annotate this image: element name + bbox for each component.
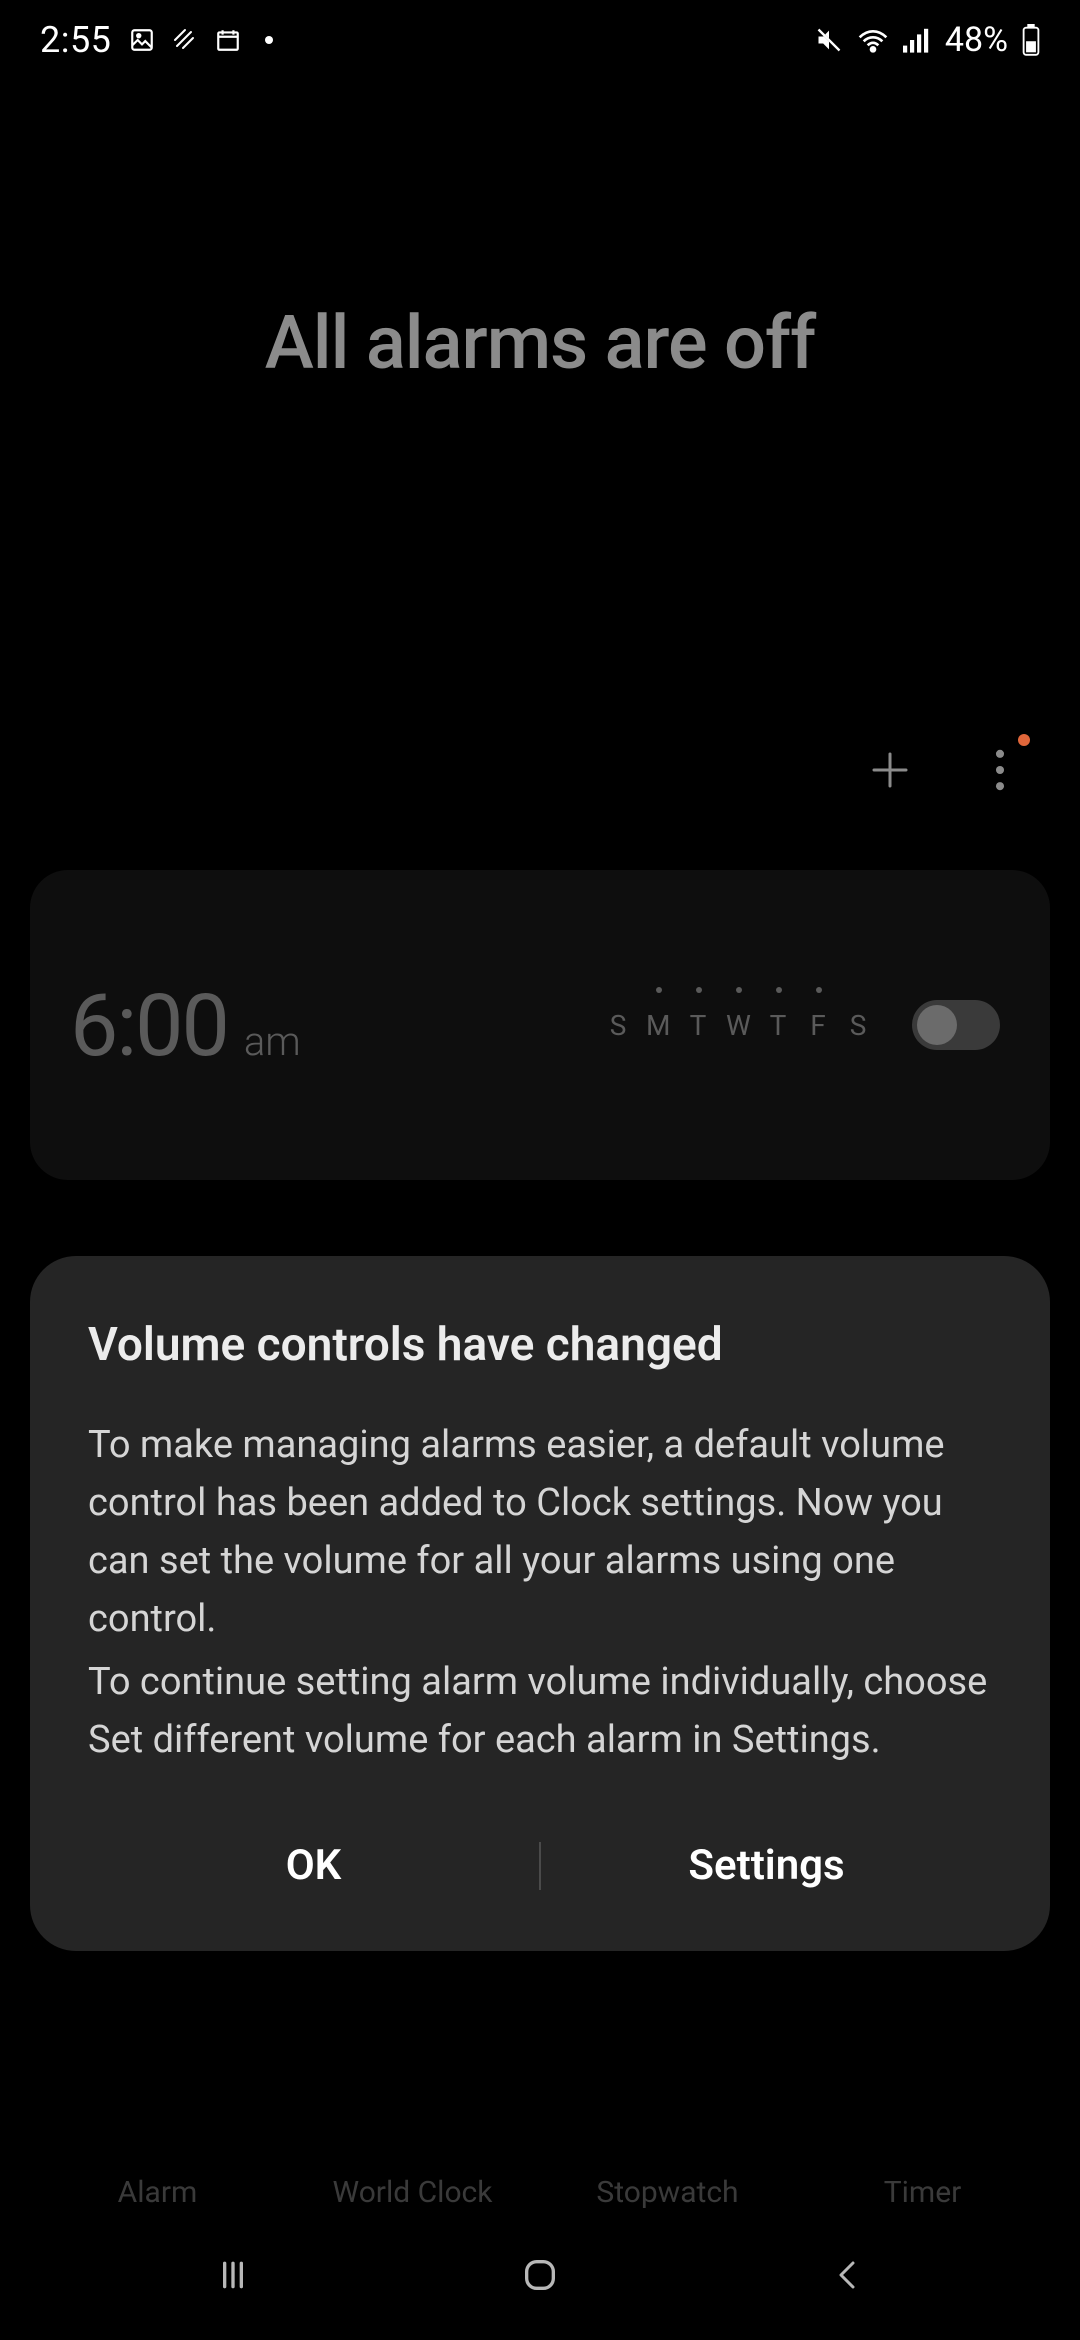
android-navbar	[0, 2210, 1080, 2340]
dialog-actions: OK Settings	[88, 1821, 992, 1911]
dialog-paragraph-1: To make managing alarms easier, a defaul…	[88, 1416, 992, 1649]
dialog-title: Volume controls have changed	[88, 1318, 992, 1372]
settings-button[interactable]: Settings	[541, 1823, 992, 1908]
back-button[interactable]	[787, 2245, 907, 2305]
home-button[interactable]	[480, 2245, 600, 2305]
ok-button[interactable]: OK	[88, 1823, 539, 1908]
dialog-paragraph-2: To continue setting alarm volume individ…	[88, 1653, 992, 1769]
recents-button[interactable]	[173, 2245, 293, 2305]
dialog-body: To make managing alarms easier, a defaul…	[88, 1416, 992, 1769]
dialog-overlay[interactable]: Volume controls have changed To make man…	[0, 0, 1080, 2340]
volume-changed-dialog: Volume controls have changed To make man…	[30, 1256, 1050, 1951]
